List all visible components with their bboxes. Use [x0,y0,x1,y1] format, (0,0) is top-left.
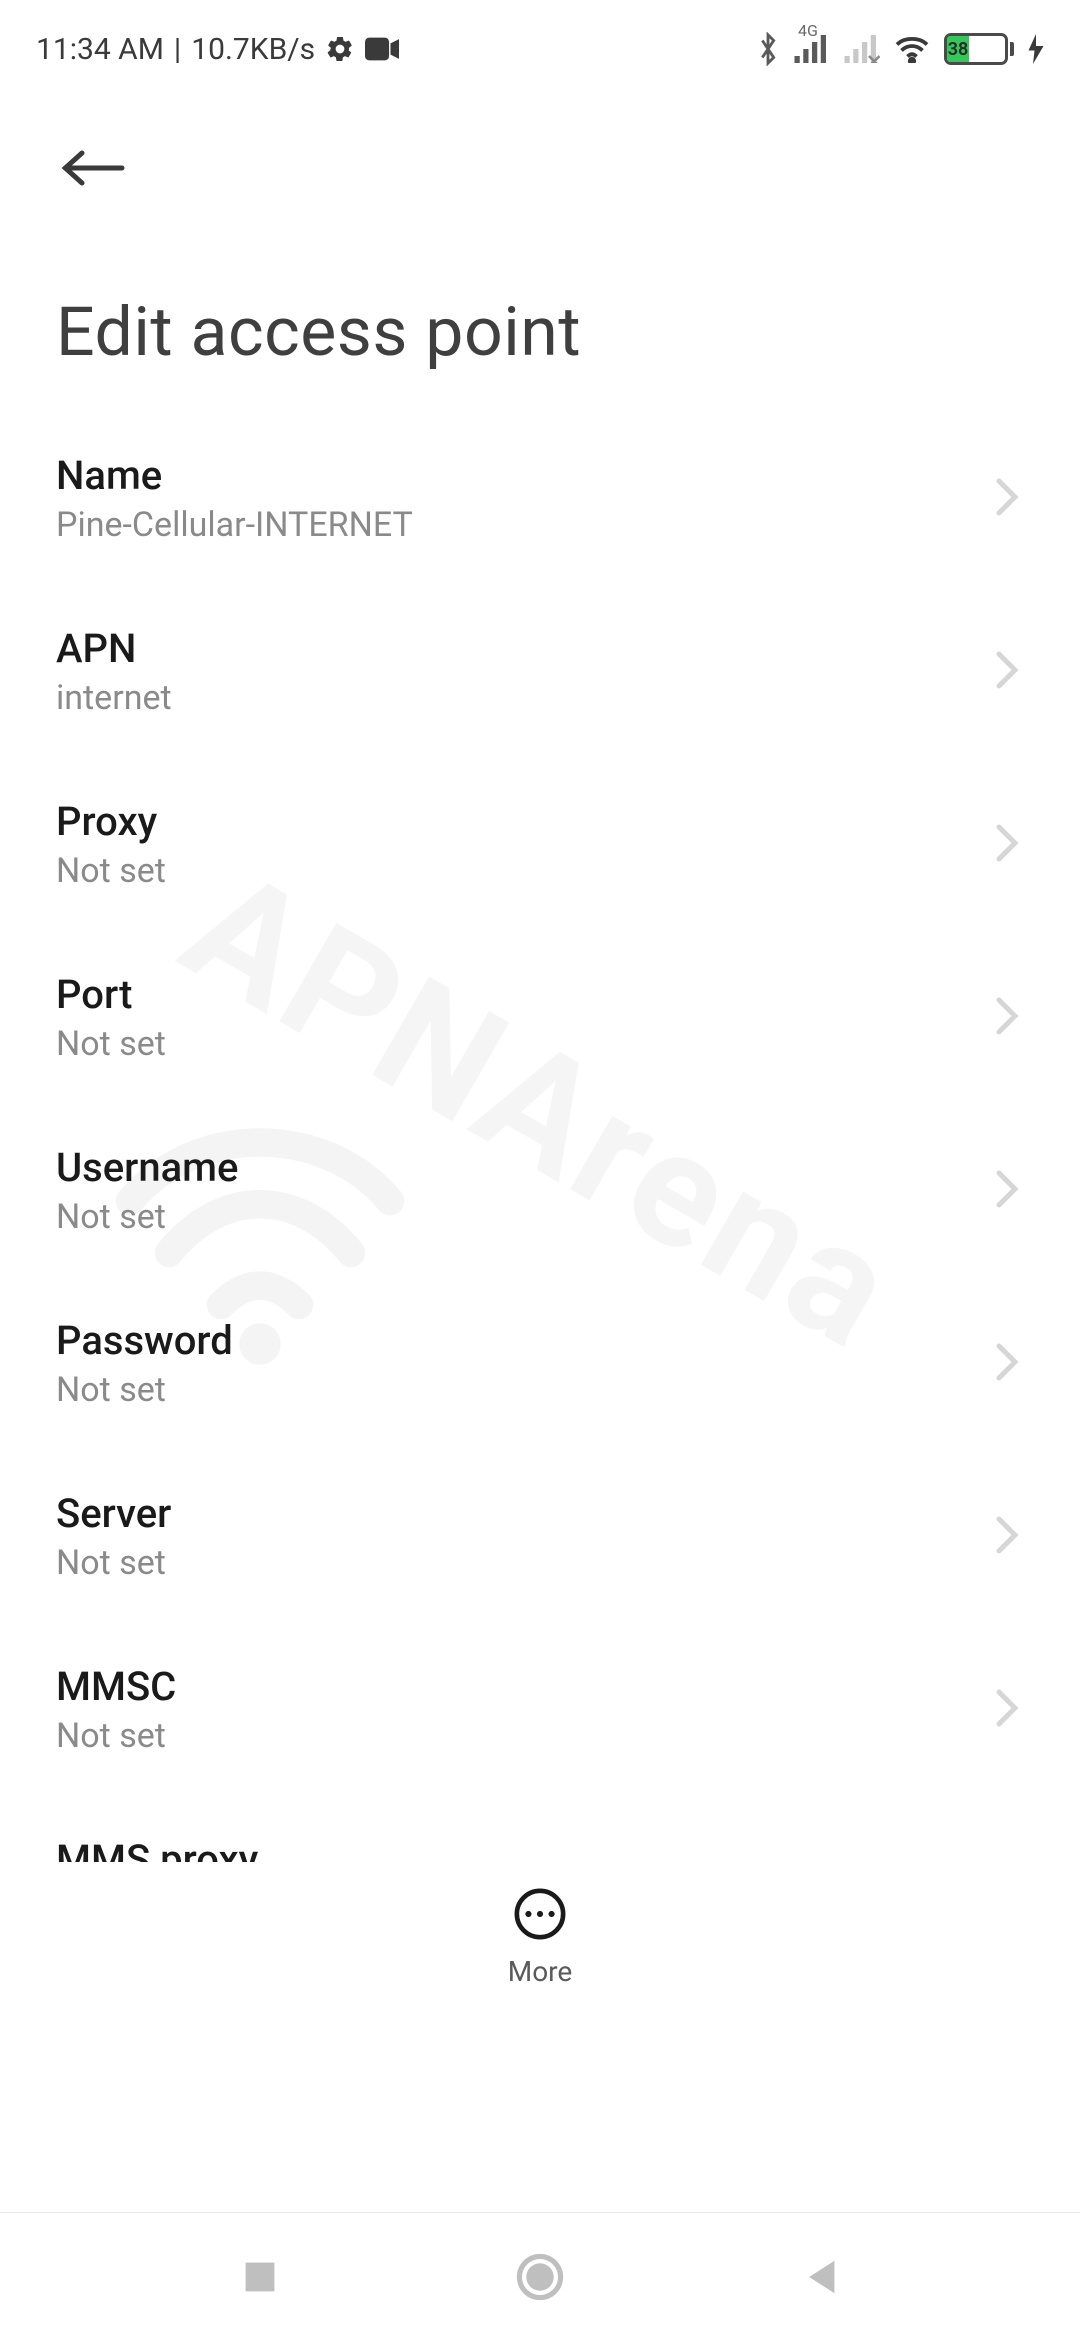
app-header [0,80,1080,214]
row-username[interactable]: Username Not set [0,1104,1080,1277]
arrow-left-icon [58,148,126,188]
wifi-icon [894,35,930,63]
video-icon [365,37,399,61]
row-value: Not set [56,1370,233,1410]
chevron-right-icon [994,650,1020,694]
row-port[interactable]: Port Not set [0,931,1080,1104]
signal-none-icon [844,35,880,63]
charging-icon [1028,34,1044,64]
row-server[interactable]: Server Not set [0,1450,1080,1623]
row-label: MMSC [56,1663,176,1710]
page-title: Edit access point [0,214,1080,412]
row-value: Not set [56,851,166,891]
status-left: 11:34 AM | 10.7KB/s [36,32,399,67]
row-value: Not set [56,1543,171,1583]
row-mmsc[interactable]: MMSC Not set [0,1623,1080,1796]
bottom-toolbar: More [0,1862,1080,2012]
row-label: Username [56,1144,238,1191]
battery-icon: 38 [944,33,1014,65]
chevron-right-icon [994,1688,1020,1732]
bluetooth-icon [756,32,780,66]
triangle-left-icon [802,2257,838,2297]
row-label: Name [56,452,413,499]
nav-home-button[interactable] [510,2247,570,2307]
settings-list: Name Pine-Cellular-INTERNET APN internet… [0,412,1080,1969]
chevron-right-icon [994,1515,1020,1559]
row-value: Not set [56,1197,238,1237]
chevron-right-icon [994,1169,1020,1213]
square-icon [242,2259,278,2295]
row-value: Not set [56,1716,176,1756]
status-speed: 10.7KB/s [191,32,315,67]
back-button[interactable] [56,132,128,204]
row-value: internet [56,678,172,718]
nav-back-button[interactable] [790,2247,850,2307]
system-nav-bar [0,2212,1080,2340]
chevron-right-icon [994,996,1020,1040]
row-proxy[interactable]: Proxy Not set [0,758,1080,931]
battery-percent: 38 [948,39,969,60]
chevron-right-icon [994,477,1020,521]
status-right: 4G 38 [756,32,1044,66]
row-name[interactable]: Name Pine-Cellular-INTERNET [0,412,1080,585]
network-badge: 4G [798,21,818,40]
row-label: Password [56,1317,233,1364]
more-button[interactable]: More [508,1887,573,1988]
row-value: Pine-Cellular-INTERNET [56,505,413,545]
row-label: Port [56,971,166,1018]
status-bar: 11:34 AM | 10.7KB/s 4G 38 [0,0,1080,80]
row-label: Server [56,1490,171,1537]
chevron-right-icon [994,823,1020,867]
gear-icon [325,34,355,64]
circle-icon [516,2253,564,2301]
row-label: APN [56,625,172,672]
row-value: Not set [56,1024,166,1064]
status-sep: | [174,32,181,67]
row-label: Proxy [56,798,166,845]
more-icon [513,1887,567,1945]
nav-recent-button[interactable] [230,2247,290,2307]
status-time: 11:34 AM [36,32,164,67]
chevron-right-icon [994,1342,1020,1386]
more-label: More [508,1955,573,1988]
signal-4g-icon: 4G [794,35,830,63]
row-password[interactable]: Password Not set [0,1277,1080,1450]
row-apn[interactable]: APN internet [0,585,1080,758]
